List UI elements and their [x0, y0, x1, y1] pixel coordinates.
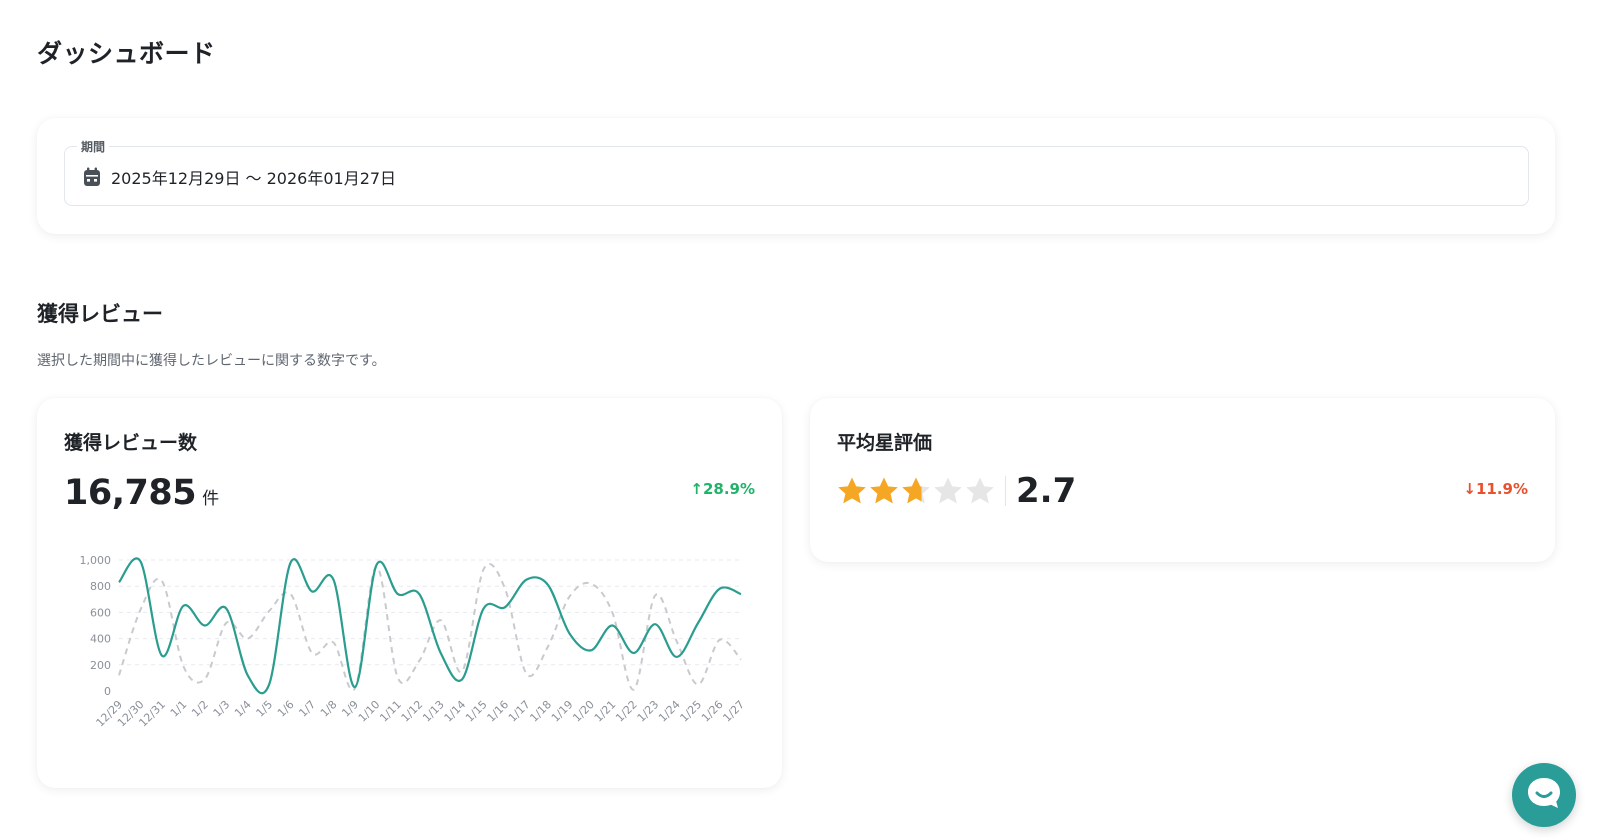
x-tick-label: 1/12 [399, 698, 426, 725]
review-count-delta: ↑28.9% [690, 480, 755, 498]
x-tick-label: 1/26 [699, 698, 726, 725]
y-tick-label: 0 [104, 685, 111, 698]
y-tick-label: 600 [90, 606, 111, 619]
x-tick-label: 1/17 [506, 698, 533, 725]
x-tick-label: 1/4 [232, 698, 254, 720]
review-count-metric: 16,785 件 [64, 473, 219, 513]
star-icon [869, 476, 899, 506]
rating-row: 2.7 [837, 471, 1076, 511]
period-label: 期間 [77, 138, 110, 155]
x-tick-label: 1/14 [442, 698, 469, 725]
x-tick-label: 1/24 [656, 698, 683, 725]
review-count-value: 16,785 [64, 473, 197, 513]
section-title-reviews: 獲得レビュー [37, 302, 163, 326]
x-tick-label: 1/3 [211, 698, 233, 720]
x-tick-label: 1/2 [189, 698, 211, 720]
star-icon [965, 476, 995, 506]
x-tick-label: 1/6 [275, 698, 297, 720]
review-count-chart: 02004006008001,00012/2912/3012/31 1/1 1/2 1… [80, 554, 748, 730]
x-tick-label: 1/20 [570, 698, 597, 725]
period-card: 期間 2025年12月29日 〜 2026年01月27日 [37, 118, 1555, 234]
star-icon [901, 476, 931, 506]
x-tick-label: 1/22 [613, 698, 640, 725]
period-value: 2025年12月29日 〜 2026年01月27日 [111, 169, 397, 188]
average-rating-title: 平均星評価 [837, 432, 933, 454]
x-tick-label: 1/13 [420, 698, 447, 725]
star-icon [933, 476, 963, 506]
x-tick-label: 1/5 [254, 698, 276, 720]
x-tick-label: 1/25 [678, 698, 705, 725]
x-tick-label: 1/11 [377, 698, 404, 725]
x-tick-label: 1/15 [463, 698, 490, 725]
chat-button[interactable] [1512, 763, 1576, 827]
star-rating [837, 476, 1006, 506]
x-tick-label: 1/8 [318, 698, 340, 720]
y-tick-label: 1,000 [80, 554, 112, 567]
section-description: 選択した期間中に獲得したレビューに関する数字です。 [37, 353, 386, 369]
series-line-previous-period [118, 562, 742, 692]
x-tick-label: 1/7 [296, 698, 318, 720]
x-tick-label: 1/18 [527, 698, 554, 725]
average-rating-value: 2.7 [1016, 471, 1077, 511]
x-tick-label: 1/21 [592, 698, 619, 725]
x-tick-label: 1/27 [720, 698, 747, 725]
review-count-card: 獲得レビュー数 16,785 件 ↑28.9% 0 200 400 600 800 1,0… [37, 398, 782, 788]
average-rating-card: 平均星評価 2.7 ↓11.9% [810, 398, 1555, 562]
review-count-title: 獲得レビュー数 [64, 432, 198, 454]
y-tick-label: 800 [90, 580, 111, 593]
calendar-icon [83, 167, 101, 187]
chat-bubble-icon [1525, 775, 1563, 815]
x-tick-label: 1/1 [168, 698, 190, 720]
average-rating-delta: ↓11.9% [1463, 480, 1528, 498]
x-tick-label: 1/19 [549, 698, 576, 725]
page-title: ダッシュボード [37, 39, 216, 68]
review-count-unit: 件 [202, 489, 220, 509]
y-tick-label: 400 [90, 633, 111, 646]
x-tick-label: 1/10 [356, 698, 383, 725]
star-icon [837, 476, 867, 506]
x-tick-label: 1/23 [635, 698, 662, 725]
period-date-range-field[interactable]: 期間 2025年12月29日 〜 2026年01月27日 [64, 138, 1529, 206]
x-tick-label: 1/16 [485, 698, 512, 725]
y-tick-label: 200 [90, 659, 111, 672]
